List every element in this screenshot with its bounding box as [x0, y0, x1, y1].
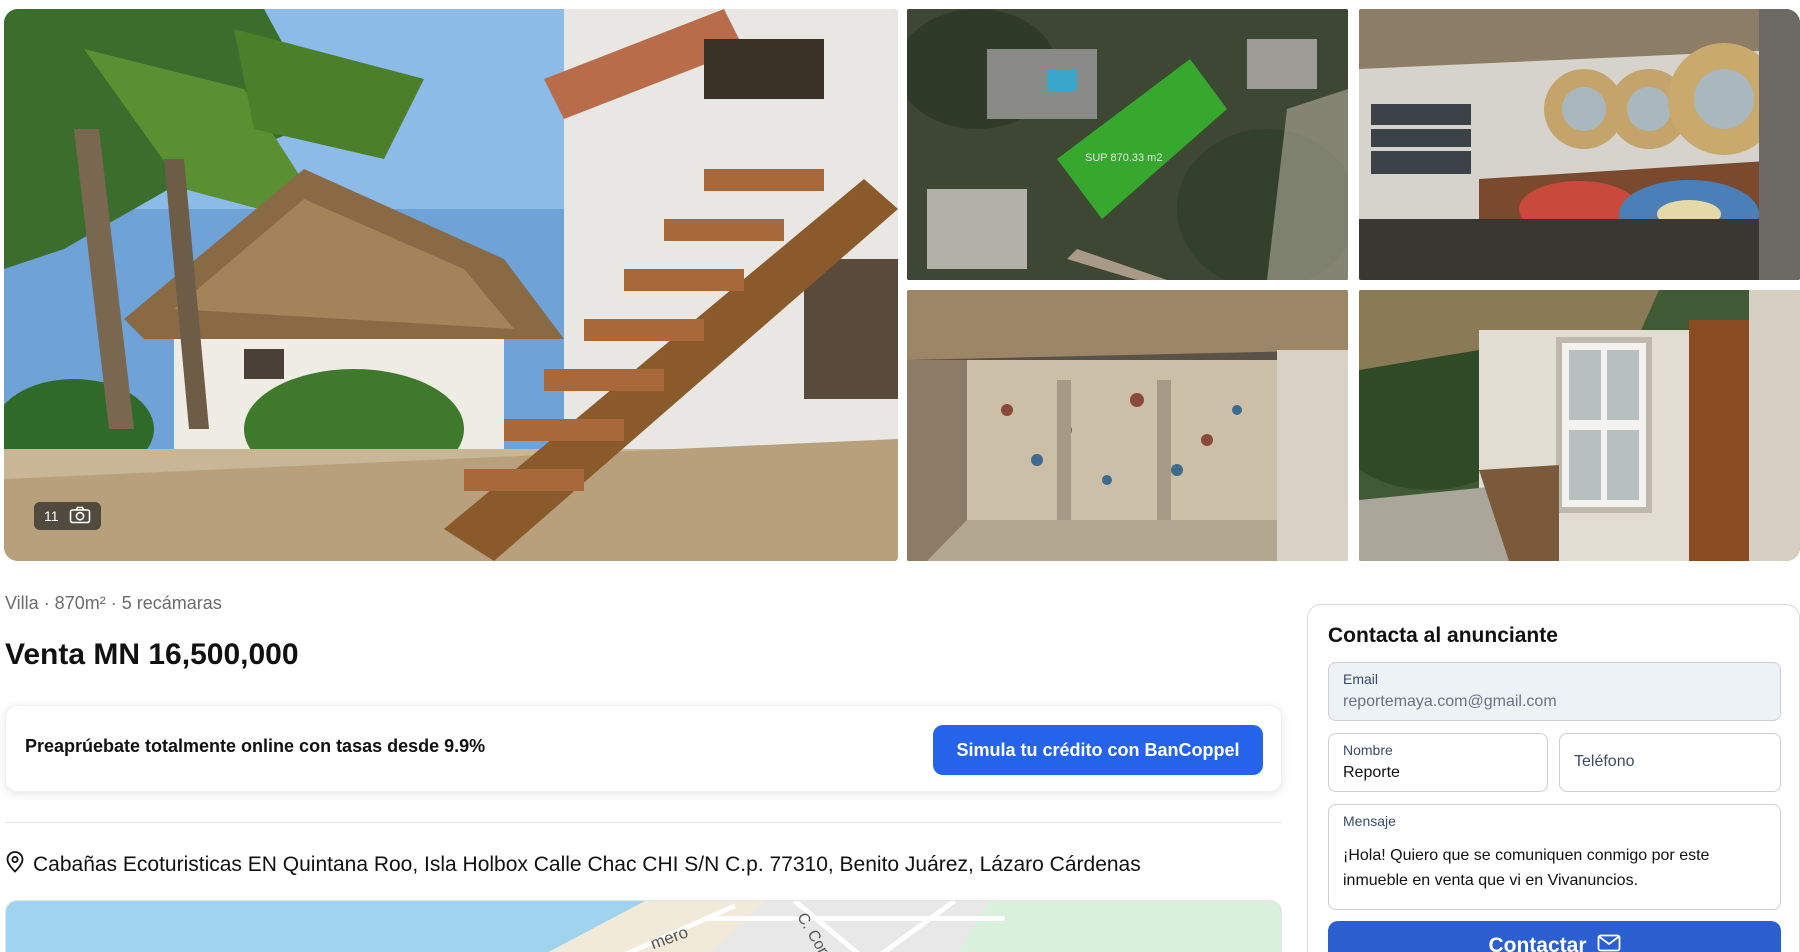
- credit-banner: Preaprúebate totalmente online con tasas…: [5, 705, 1282, 792]
- address-text: Cabañas Ecoturisticas EN Quintana Roo, I…: [33, 853, 1141, 876]
- email-field[interactable]: Email reportemaya.com@gmail.com: [1328, 662, 1781, 721]
- contact-title: Contacta al anunciante: [1328, 624, 1558, 647]
- message-label: Mensaje: [1343, 813, 1396, 829]
- listing-address: Cabañas Ecoturisticas EN Quintana Roo, I…: [5, 851, 1141, 879]
- bathroom-photo[interactable]: [1359, 9, 1800, 280]
- name-label: Nombre: [1343, 742, 1393, 758]
- contact-button[interactable]: Contactar: [1328, 921, 1781, 952]
- section-divider: [5, 822, 1282, 823]
- name-value[interactable]: Reporte: [1343, 764, 1400, 782]
- credit-banner-text: Preaprúebate totalmente online con tasas…: [25, 736, 486, 756]
- mail-icon: [1597, 934, 1621, 952]
- photo-count-badge[interactable]: 11: [34, 502, 101, 530]
- name-field[interactable]: Nombre Reporte: [1328, 733, 1548, 792]
- photo-gallery: SUP 870.33 m2 11: [0, 0, 1800, 562]
- photo-count-value: 11: [44, 508, 59, 524]
- satellite-photo[interactable]: SUP 870.33 m2: [907, 9, 1348, 280]
- location-map[interactable]: mero C. Corvin: [5, 900, 1282, 952]
- listing-price: Venta MN 16,500,000: [5, 638, 299, 671]
- simulate-credit-button[interactable]: Simula tu crédito con BanCoppel: [933, 725, 1263, 775]
- message-field[interactable]: Mensaje ¡Hola! Quiero que se comuniquen …: [1328, 804, 1781, 910]
- email-label: Email: [1343, 671, 1379, 687]
- exterior-photo[interactable]: [1359, 290, 1800, 561]
- shower-photo[interactable]: [907, 290, 1348, 561]
- camera-icon: [69, 506, 91, 527]
- phone-field[interactable]: Teléfono: [1559, 733, 1781, 792]
- message-value[interactable]: ¡Hola! Quiero que se comuniquen conmigo …: [1343, 843, 1763, 893]
- location-pin-icon: [5, 851, 25, 879]
- contact-panel: Contacta al anunciante Email reportemaya…: [1307, 604, 1800, 952]
- email-value[interactable]: reportemaya.com@gmail.com: [1343, 693, 1557, 711]
- contact-button-label: Contactar: [1488, 934, 1587, 952]
- lot-area-label: SUP 870.33 m2: [1085, 152, 1162, 164]
- listing-subtitle: Villa · 870m² · 5 recámaras: [5, 593, 222, 613]
- main-photo[interactable]: [4, 9, 898, 561]
- phone-placeholder: Teléfono: [1574, 753, 1635, 770]
